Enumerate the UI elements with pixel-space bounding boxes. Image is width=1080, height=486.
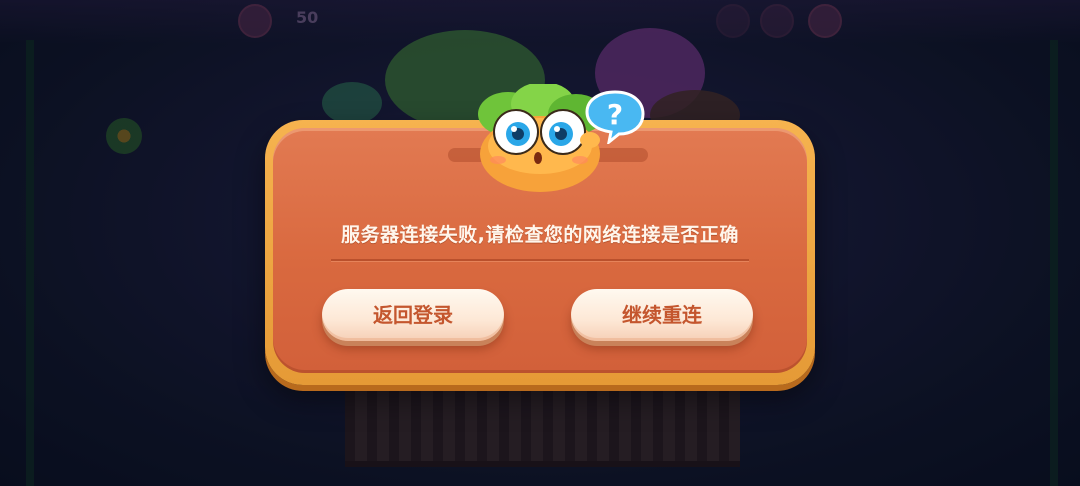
question-bubble-icon: ? xyxy=(585,90,645,144)
back-to-login-button[interactable]: 返回登录 xyxy=(322,289,504,341)
question-mark-text: ? xyxy=(607,98,623,131)
game-stage: 50 服务器连接失败,请检查您的网络连接是否正确 返回登录 继续重连 ? xyxy=(0,0,1080,486)
dialog-divider xyxy=(331,259,749,261)
error-message: 服务器连接失败,请检查您的网络连接是否正确 xyxy=(341,224,739,246)
reconnect-button[interactable]: 继续重连 xyxy=(571,289,753,341)
